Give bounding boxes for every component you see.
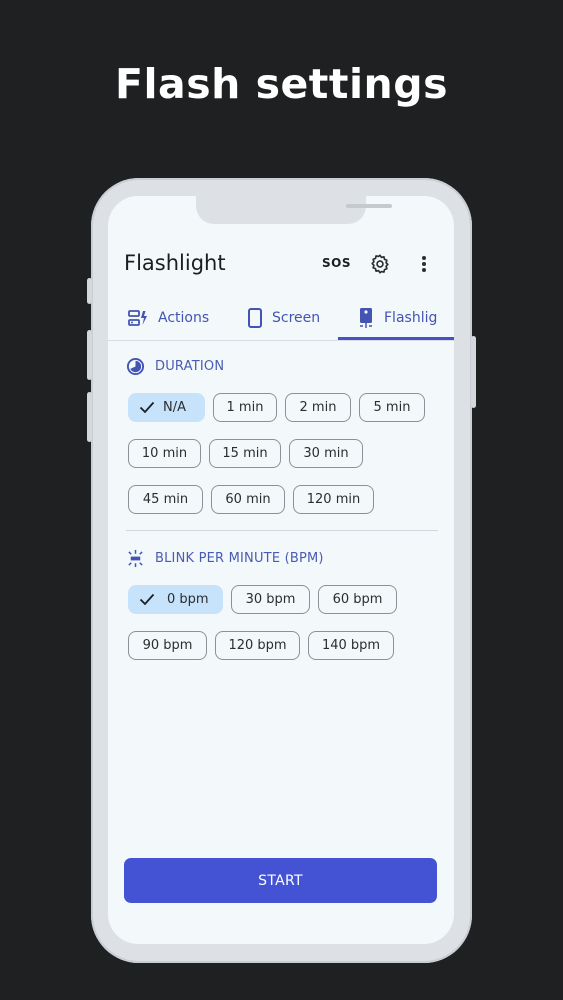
duration-chip-na[interactable]: N/A	[128, 393, 205, 422]
tab-actions[interactable]: Actions	[128, 296, 209, 340]
actions-icon	[128, 310, 147, 326]
blink-icon	[128, 549, 143, 568]
tab-bar: Actions Screen Flashlig	[108, 296, 454, 341]
tab-actions-label: Actions	[158, 310, 210, 326]
duration-chip-15min[interactable]: 15 min	[209, 439, 281, 468]
section-divider	[126, 530, 438, 531]
phone-side-button	[87, 330, 92, 380]
blink-chip-120bpm[interactable]: 120 bpm	[215, 631, 300, 660]
settings-button[interactable]	[368, 252, 392, 276]
chip-label: N/A	[163, 400, 186, 415]
blink-chip-0bpm[interactable]: 0 bpm	[128, 585, 223, 614]
phone-side-button	[87, 392, 92, 442]
tab-flashlight-label: Flashlig	[384, 310, 438, 326]
duration-chip-2min[interactable]: 2 min	[285, 393, 351, 422]
duration-chip-120min[interactable]: 120 min	[293, 485, 374, 514]
duration-chip-5min[interactable]: 5 min	[359, 393, 425, 422]
phone-side-button	[471, 336, 476, 408]
more-menu-button[interactable]	[416, 252, 432, 276]
blink-chip-140bpm[interactable]: 140 bpm	[308, 631, 394, 660]
tab-screen-label: Screen	[272, 310, 321, 326]
app-title: Flashlight	[124, 251, 226, 275]
duration-chip-30min[interactable]: 30 min	[289, 439, 363, 468]
duration-header: DURATION	[126, 357, 224, 376]
chip-label: 0 bpm	[167, 592, 209, 607]
headline: Flash settings	[115, 60, 448, 108]
check-icon	[139, 401, 155, 414]
phone-flashlight-icon	[360, 308, 372, 328]
phone-screen-icon	[248, 308, 262, 328]
blink-title: BLINK PER MINUTE (BPM)	[155, 551, 324, 566]
phone-notch	[196, 196, 392, 224]
blink-chip-90bpm[interactable]: 90 bpm	[128, 631, 207, 660]
start-button[interactable]: START	[124, 858, 437, 903]
check-icon	[139, 593, 155, 606]
phone-side-button	[87, 278, 92, 304]
duration-chip-10min[interactable]: 10 min	[128, 439, 201, 468]
duration-chip-60min[interactable]: 60 min	[211, 485, 285, 514]
app-screen: Flashlight SOS Actions Screen Flashlig D…	[108, 196, 454, 944]
phone-speaker	[346, 204, 392, 208]
more-vert-icon	[422, 256, 426, 272]
tab-flashlight[interactable]: Flashlig	[358, 296, 437, 340]
duration-chip-45min[interactable]: 45 min	[128, 485, 203, 514]
blink-chip-60bpm[interactable]: 60 bpm	[318, 585, 397, 614]
tab-indicator	[338, 337, 454, 340]
duration-chip-1min[interactable]: 1 min	[213, 393, 277, 422]
sos-button[interactable]: SOS	[322, 256, 351, 270]
blink-chip-30bpm[interactable]: 30 bpm	[231, 585, 310, 614]
duration-title: DURATION	[155, 359, 225, 374]
gear-icon	[371, 254, 389, 274]
blink-header: BLINK PER MINUTE (BPM)	[126, 549, 324, 568]
timer-icon	[126, 357, 145, 376]
tab-screen[interactable]: Screen	[248, 296, 320, 340]
